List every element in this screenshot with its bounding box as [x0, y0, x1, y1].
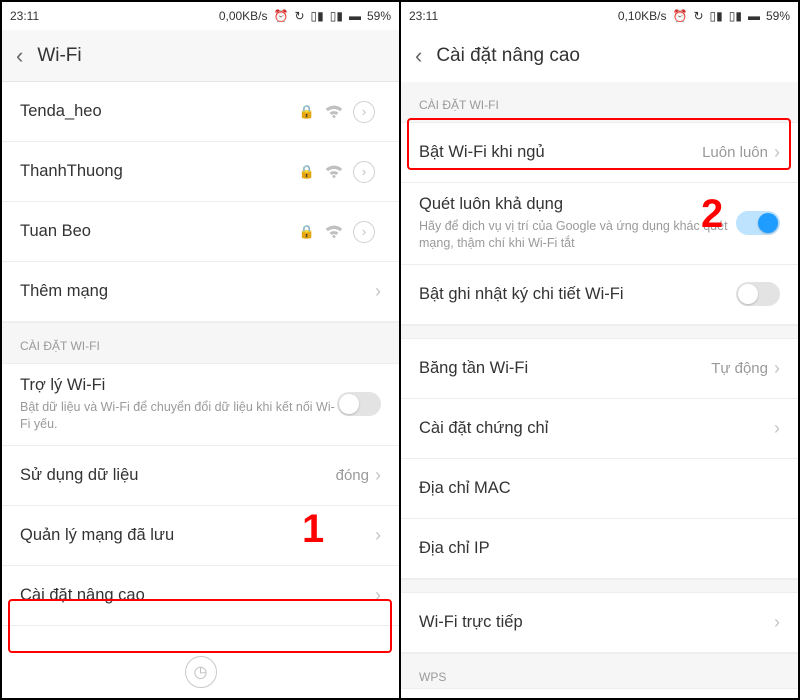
status-battery-pct: 59% [766, 9, 790, 23]
wifi-direct-label: Wi-Fi trực tiếp [419, 613, 774, 632]
wifi-assistant-sub: Bật dữ liệu và Wi-Fi để chuyển đổi dữ li… [20, 399, 337, 433]
wifi-direct-row[interactable]: Wi-Fi trực tiếp › [401, 593, 798, 653]
wifi-band-value: Tự động [711, 360, 768, 377]
section-header-wifi-settings: CÀI ĐẶT WI-FI [401, 82, 798, 123]
ip-address-row: Địa chỉ IP [401, 519, 798, 579]
scanning-always-row[interactable]: Quét luôn khả dụng Hãy để dịch vụ vị trí… [401, 183, 798, 265]
scanning-always-toggle[interactable] [736, 211, 780, 235]
mac-address-label: Địa chỉ MAC [419, 479, 780, 498]
chevron-right-icon[interactable]: › [353, 221, 375, 243]
section-gap [401, 325, 798, 339]
wifi-assistant-toggle[interactable] [337, 392, 381, 416]
section-header-wps: WPS [401, 653, 798, 689]
verbose-logging-label: Bật ghi nhật ký chi tiết Wi-Fi [419, 285, 736, 304]
chevron-right-icon[interactable]: › [353, 161, 375, 183]
saved-networks-label: Quản lý mạng đã lưu [20, 526, 375, 545]
status-bar: 23:11 0,00KB/s ⏰ ↻ ▯▮ ▯▮ ▬ 59% [2, 2, 399, 30]
wifi-band-row[interactable]: Băng tần Wi-Fi Tự động › [401, 339, 798, 399]
chevron-right-icon: › [375, 281, 381, 302]
title-bar: ‹ Cài đặt nâng cao [401, 30, 798, 82]
recent-apps-icon[interactable]: ◷ [185, 656, 217, 688]
sync-icon: ↻ [693, 9, 703, 23]
saved-networks-row[interactable]: Quản lý mạng đã lưu › [2, 506, 399, 566]
chevron-right-icon: › [774, 612, 780, 633]
add-network-label: Thêm mạng [20, 282, 375, 301]
scanning-always-title: Quét luôn khả dụng [419, 195, 736, 214]
status-time: 23:11 [10, 9, 39, 23]
chevron-right-icon: › [375, 465, 381, 486]
left-pane: 23:11 0,00KB/s ⏰ ↻ ▯▮ ▯▮ ▬ 59% ‹ Wi-Fi T… [2, 2, 399, 698]
back-icon[interactable]: ‹ [16, 43, 23, 69]
status-netspeed: 0,10KB/s [618, 9, 667, 23]
page-title: Wi-Fi [37, 45, 81, 67]
chevron-right-icon: › [375, 525, 381, 546]
install-cert-row[interactable]: Cài đặt chứng chỉ › [401, 399, 798, 459]
right-pane: 23:11 0,10KB/s ⏰ ↻ ▯▮ ▯▮ ▬ 59% ‹ Cài đặt… [401, 2, 798, 698]
wifi-icon [325, 165, 343, 179]
data-usage-label: Sử dụng dữ liệu [20, 466, 336, 485]
wifi-icon [325, 225, 343, 239]
install-cert-label: Cài đặt chứng chỉ [419, 419, 774, 438]
data-usage-value: đóng [336, 467, 369, 484]
wifi-network-name: ThanhThuong [20, 162, 299, 181]
lock-icon: 🔒 [299, 164, 315, 180]
wifi-network-name: Tenda_heo [20, 102, 299, 121]
mac-address-row: Địa chỉ MAC [401, 459, 798, 519]
section-gap [401, 579, 798, 593]
wifi-assistant-title: Trợ lý Wi-Fi [20, 376, 337, 395]
page-title: Cài đặt nâng cao [436, 45, 580, 67]
status-battery-pct: 59% [367, 9, 391, 23]
signal-icon: ▯▮ [729, 9, 742, 23]
chevron-right-icon: › [774, 358, 780, 379]
ip-address-label: Địa chỉ IP [419, 539, 780, 558]
wifi-band-label: Băng tần Wi-Fi [419, 359, 711, 378]
wifi-network-row[interactable]: Tuan Beo 🔒 › [2, 202, 399, 262]
chevron-right-icon: › [774, 418, 780, 439]
battery-icon: ▬ [748, 9, 760, 23]
alarm-icon: ⏰ [274, 9, 289, 23]
data-usage-row[interactable]: Sử dụng dữ liệu đóng › [2, 446, 399, 506]
keep-wifi-on-sleep-value: Luôn luôn [702, 144, 768, 161]
wifi-assistant-row[interactable]: Trợ lý Wi-Fi Bật dữ liệu và Wi-Fi để chu… [2, 364, 399, 446]
sync-icon: ↻ [294, 9, 304, 23]
battery-icon: ▬ [349, 9, 361, 23]
signal-icon: ▯▮ [710, 9, 723, 23]
back-icon[interactable]: ‹ [415, 43, 422, 69]
chevron-right-icon: › [375, 585, 381, 606]
signal-icon: ▯▮ [330, 9, 343, 23]
lock-icon: 🔒 [299, 104, 315, 120]
title-bar: ‹ Wi-Fi [2, 30, 399, 82]
verbose-logging-row[interactable]: Bật ghi nhật ký chi tiết Wi-Fi [401, 265, 798, 325]
chevron-right-icon: › [774, 142, 780, 163]
scanning-always-sub: Hãy để dịch vụ vị trí của Google và ứng … [419, 218, 736, 252]
add-network-row[interactable]: Thêm mạng › [2, 262, 399, 322]
status-bar: 23:11 0,10KB/s ⏰ ↻ ▯▮ ▯▮ ▬ 59% [401, 2, 798, 30]
signal-icon: ▯▮ [311, 9, 324, 23]
alarm-icon: ⏰ [673, 9, 688, 23]
lock-icon: 🔒 [299, 224, 315, 240]
keep-wifi-on-sleep-row[interactable]: Bật Wi-Fi khi ngủ Luôn luôn › [401, 123, 798, 183]
keep-wifi-on-sleep-label: Bật Wi-Fi khi ngủ [419, 143, 702, 162]
advanced-settings-row[interactable]: Cài đặt nâng cao › [2, 566, 399, 626]
wifi-network-row[interactable]: ThanhThuong 🔒 › [2, 142, 399, 202]
wifi-network-name: Tuan Beo [20, 222, 299, 241]
status-time: 23:11 [409, 9, 438, 23]
advanced-settings-label: Cài đặt nâng cao [20, 586, 375, 605]
chevron-right-icon[interactable]: › [353, 101, 375, 123]
verbose-logging-toggle[interactable] [736, 282, 780, 306]
wifi-icon [325, 105, 343, 119]
wifi-network-row[interactable]: Tenda_heo 🔒 › [2, 82, 399, 142]
section-header-wifi-settings: CÀI ĐẶT WI-FI [2, 322, 399, 364]
status-netspeed: 0,00KB/s [219, 9, 268, 23]
